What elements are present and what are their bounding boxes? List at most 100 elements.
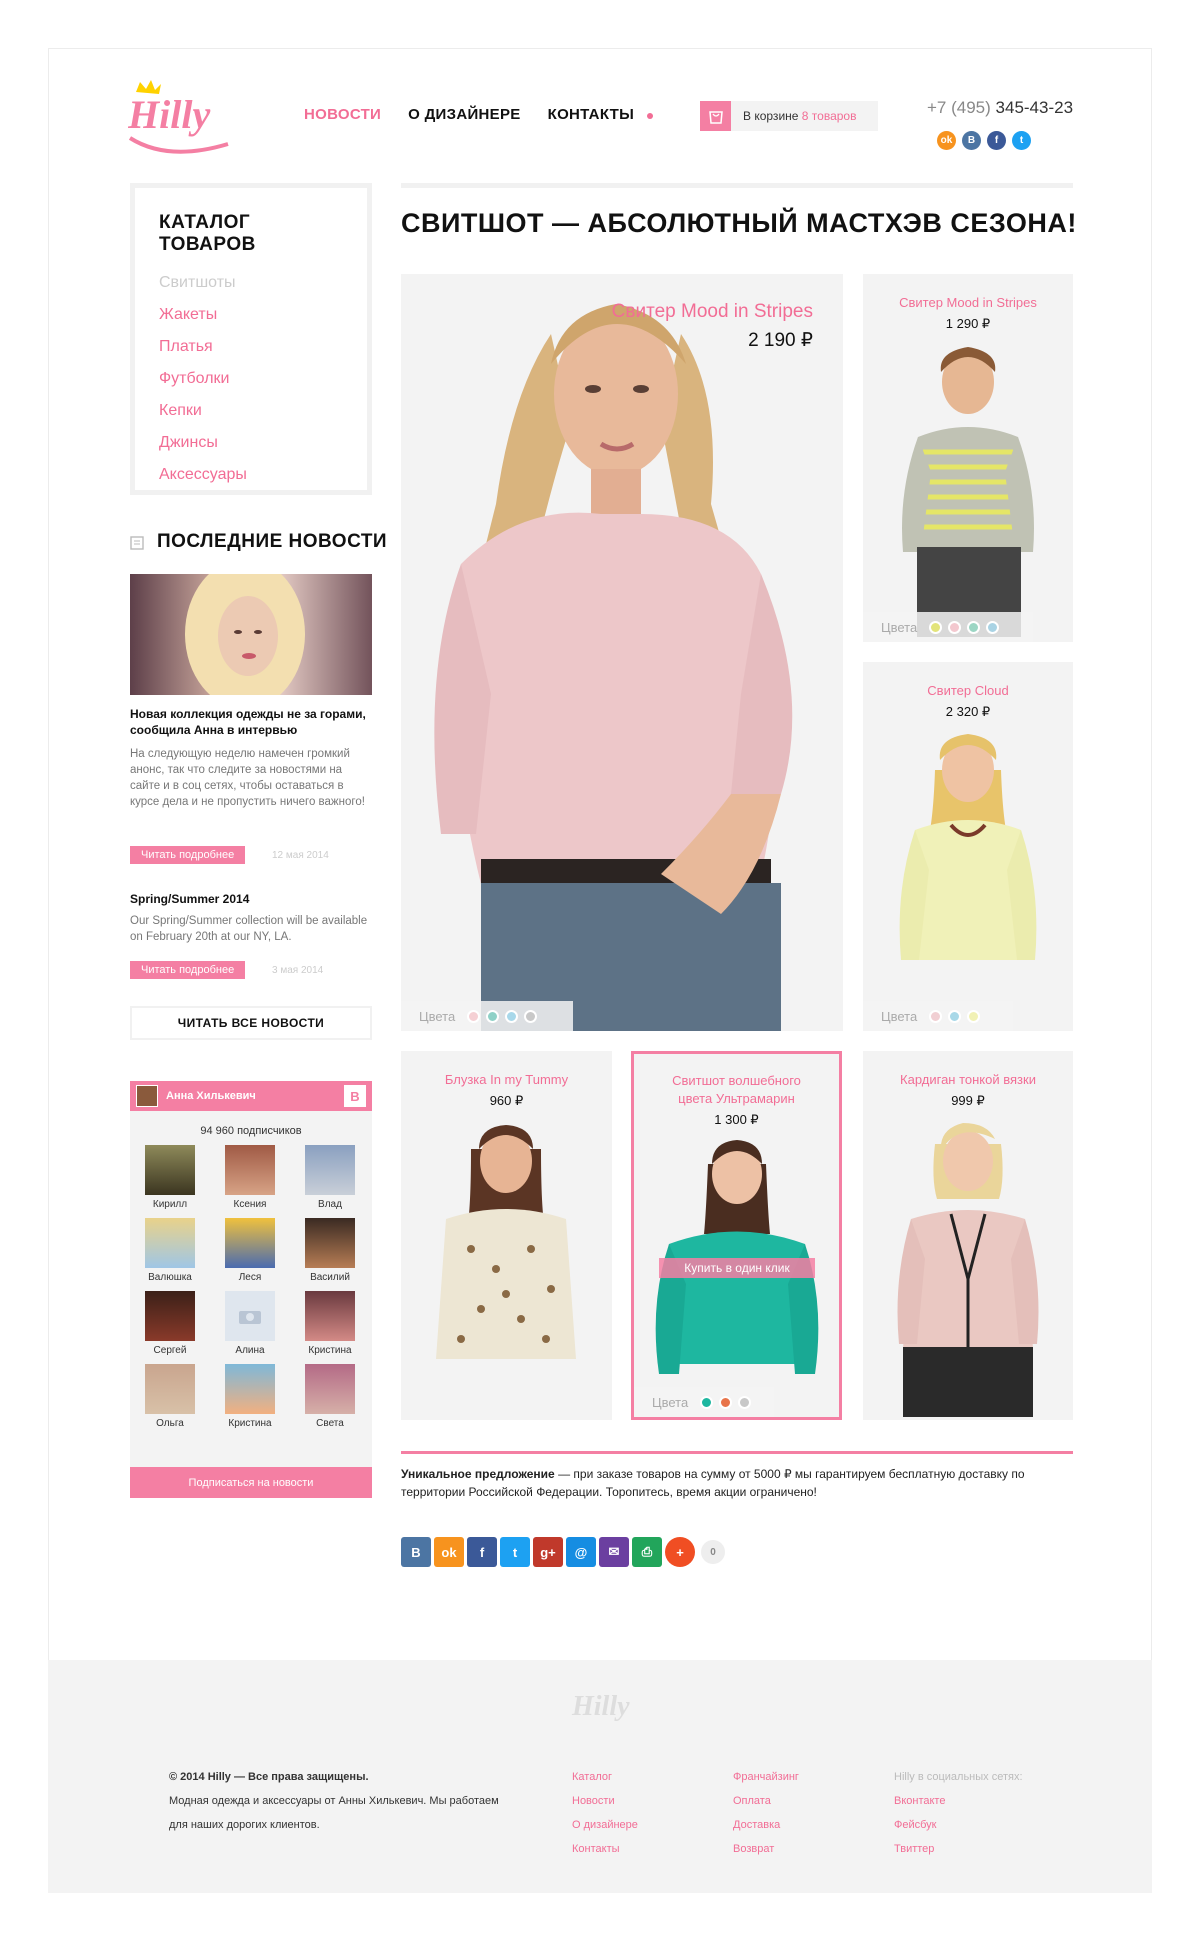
divider [401, 1451, 1073, 1454]
news-item-title[interactable]: Новая коллекция одежды не за горами, соо… [130, 706, 375, 738]
vk-widget: Анна Хилькевич В 94 960 подписчиков Кири… [130, 1081, 372, 1498]
product-card[interactable]: Свитер Mood in Stripes 1 290 ₽ Цвета [863, 274, 1073, 642]
news-item-title[interactable]: Spring/Summer 2014 [130, 891, 375, 907]
color-swatch[interactable] [967, 1009, 981, 1023]
product-card-featured[interactable]: Свитер Mood in Stripes 2 190 ₽ Цвета [401, 274, 843, 1031]
product-card[interactable]: Свитер Cloud 2 320 ₽ Цвета [863, 662, 1073, 1031]
footer-link-facebook[interactable]: Фейсбук [894, 1813, 1023, 1837]
product-card[interactable]: Кардиган тонкой вязки 999 ₽ [863, 1051, 1073, 1420]
color-swatch[interactable] [738, 1395, 752, 1409]
product-card[interactable]: Блузка In my Tummy 960 ₽ [401, 1051, 612, 1420]
color-swatch[interactable] [719, 1395, 733, 1409]
phone-number[interactable]: +7 (495) 345-43-23 [927, 98, 1073, 118]
read-all-news-button[interactable]: ЧИТАТЬ ВСЕ НОВОСТИ [130, 1006, 372, 1040]
main-nav: НОВОСТИ О ДИЗАЙНЕРЕ КОНТАКТЫ [304, 106, 661, 123]
vk-member[interactable]: Кирилл [145, 1145, 195, 1210]
vk-member[interactable]: Ксения [225, 1145, 275, 1210]
news-item-text: Our Spring/Summer collection will be ava… [130, 915, 368, 943]
footer-link-delivery[interactable]: Доставка [733, 1813, 799, 1837]
twitter-share-icon[interactable]: t [500, 1537, 530, 1567]
footer-link-returns[interactable]: Возврат [733, 1837, 799, 1861]
product-title[interactable]: Блузка In my Tummy [401, 1071, 612, 1089]
color-swatch[interactable] [486, 1009, 500, 1023]
odnoklassniki-share-icon[interactable]: ok [434, 1537, 464, 1567]
footer-logo[interactable]: Hilly [572, 1691, 630, 1723]
site-logo[interactable]: Hilly [127, 78, 232, 158]
color-swatch[interactable] [967, 620, 981, 634]
color-swatch[interactable] [929, 1009, 943, 1023]
news-date: 3 мая 2014 [272, 965, 324, 976]
color-swatch[interactable] [524, 1009, 538, 1023]
vk-member[interactable]: Кристина [305, 1291, 355, 1356]
avatar [305, 1218, 355, 1268]
twitter-icon[interactable]: t [1012, 131, 1031, 150]
footer-link-contacts[interactable]: Контакты [572, 1837, 638, 1861]
vk-member[interactable]: Василий [305, 1218, 355, 1283]
vk-share-icon[interactable]: В [401, 1537, 431, 1567]
mail-ru-share-icon[interactable]: @ [566, 1537, 596, 1567]
color-swatch[interactable] [505, 1009, 519, 1023]
newspaper-icon [130, 535, 144, 550]
read-more-button[interactable]: Читать подробнее [130, 961, 246, 979]
color-swatch[interactable] [948, 1009, 962, 1023]
vk-member[interactable]: Кристина [225, 1364, 275, 1429]
catalog-item-accessories[interactable]: Аксессуары [159, 466, 343, 484]
vk-widget-header[interactable]: Анна Хилькевич В [130, 1081, 372, 1111]
footer-link-franchising[interactable]: Франчайзинг [733, 1765, 799, 1789]
vk-member[interactable]: Света [305, 1364, 355, 1429]
catalog-item-jackets[interactable]: Жакеты [159, 306, 343, 324]
footer-col-2: Франчайзинг Оплата Доставка Возврат [733, 1765, 799, 1861]
subscribe-button[interactable]: Подписаться на новости [130, 1467, 372, 1498]
more-share-icon[interactable]: + [665, 1537, 695, 1567]
color-swatch[interactable] [467, 1009, 481, 1023]
footer-link-designer[interactable]: О дизайнере [572, 1813, 638, 1837]
footer-link-news[interactable]: Новости [572, 1789, 638, 1813]
vk-icon[interactable]: В [962, 131, 981, 150]
nav-news[interactable]: НОВОСТИ [304, 106, 381, 123]
product-title[interactable]: Свитер Mood in Stripes [863, 294, 1073, 312]
odnoklassniki-icon[interactable]: ok [937, 131, 956, 150]
product-card-active[interactable]: Свитшот волшебного цвета Ультрамарин 1 3… [631, 1051, 842, 1420]
avatar [145, 1291, 195, 1341]
buy-one-click-button[interactable]: Купить в один клик [659, 1258, 815, 1278]
cart-label: В корзине 8 товаров [743, 109, 857, 123]
facebook-icon[interactable]: f [987, 131, 1006, 150]
vk-member[interactable]: Влад [305, 1145, 355, 1210]
vk-member-name: Алина [235, 1345, 265, 1356]
vk-member[interactable]: Сергей [145, 1291, 195, 1356]
facebook-share-icon[interactable]: f [467, 1537, 497, 1567]
news-image[interactable] [130, 574, 372, 695]
catalog-item-caps[interactable]: Кепки [159, 402, 343, 420]
google-plus-share-icon[interactable]: g+ [533, 1537, 563, 1567]
catalog-item-tshirts[interactable]: Футболки [159, 370, 343, 388]
product-title[interactable]: Свитер Cloud [863, 682, 1073, 700]
read-more-button[interactable]: Читать подробнее [130, 846, 246, 864]
catalog-item-dresses[interactable]: Платья [159, 338, 343, 356]
catalog-item-jeans[interactable]: Джинсы [159, 434, 343, 452]
footer-link-twitter[interactable]: Твиттер [894, 1837, 1023, 1861]
color-swatch[interactable] [929, 620, 943, 634]
product-image [897, 1123, 1039, 1417]
nav-designer[interactable]: О ДИЗАЙНЕРЕ [408, 106, 520, 123]
footer-link-payment[interactable]: Оплата [733, 1789, 799, 1813]
footer-link-catalog[interactable]: Каталог [572, 1765, 638, 1789]
color-swatch[interactable] [948, 620, 962, 634]
product-title[interactable]: Свитшот волшебного цвета Ультрамарин [634, 1072, 839, 1108]
vk-member[interactable]: Алина [225, 1291, 275, 1356]
product-title[interactable]: Кардиган тонкой вязки [863, 1071, 1073, 1089]
color-swatch[interactable] [986, 620, 1000, 634]
news-date: 12 мая 2014 [272, 850, 329, 861]
vk-member-name: Ольга [156, 1418, 184, 1429]
print-icon[interactable]: ⎙ [632, 1537, 662, 1567]
cart-button[interactable]: В корзине 8 товаров [700, 101, 878, 131]
vk-member[interactable]: Валюшка [145, 1218, 195, 1283]
email-share-icon[interactable]: ✉ [599, 1537, 629, 1567]
product-title[interactable]: Свитер Mood in Stripes [401, 300, 843, 324]
vk-member[interactable]: Ольга [145, 1364, 195, 1429]
footer-link-vk[interactable]: Вконтакте [894, 1789, 1023, 1813]
vk-member[interactable]: Леся [225, 1218, 275, 1283]
vk-logo-icon: В [344, 1085, 366, 1107]
catalog-item-sweatshirts[interactable]: Свитшоты [159, 274, 343, 292]
nav-contacts[interactable]: КОНТАКТЫ [548, 106, 634, 123]
color-swatch[interactable] [700, 1395, 714, 1409]
